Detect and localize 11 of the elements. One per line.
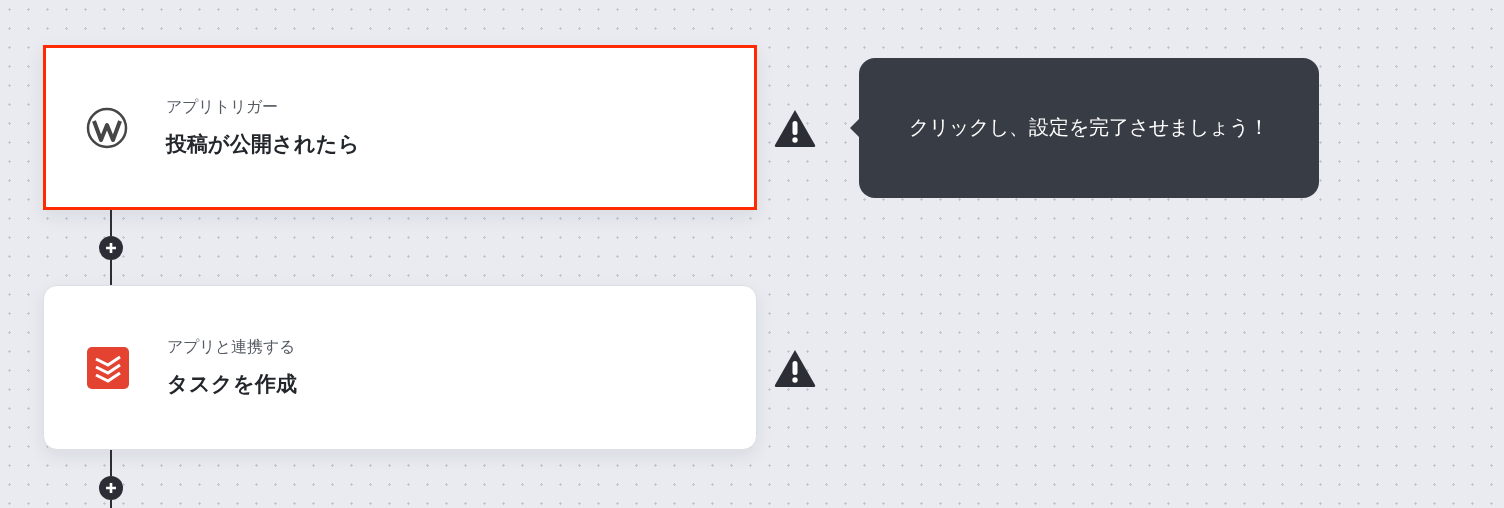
- step-title: 投稿が公開されたら: [166, 131, 360, 158]
- add-step-button[interactable]: [99, 235, 123, 260]
- stacked-chevrons-icon: [87, 346, 129, 389]
- step-type-label: アプリトリガー: [166, 97, 279, 118]
- add-step-button[interactable]: [99, 475, 123, 500]
- step-card[interactable]: アプリと連携する タスクを作成: [43, 285, 757, 450]
- step-card[interactable]: アプリトリガー 投稿が公開されたら: [43, 45, 757, 210]
- step-type-label: アプリと連携する: [167, 337, 296, 358]
- step-title: タスクを作成: [167, 371, 297, 398]
- tooltip-text: クリックし、設定を完了させましょう！: [909, 114, 1269, 141]
- circle-logo-icon: [86, 106, 128, 149]
